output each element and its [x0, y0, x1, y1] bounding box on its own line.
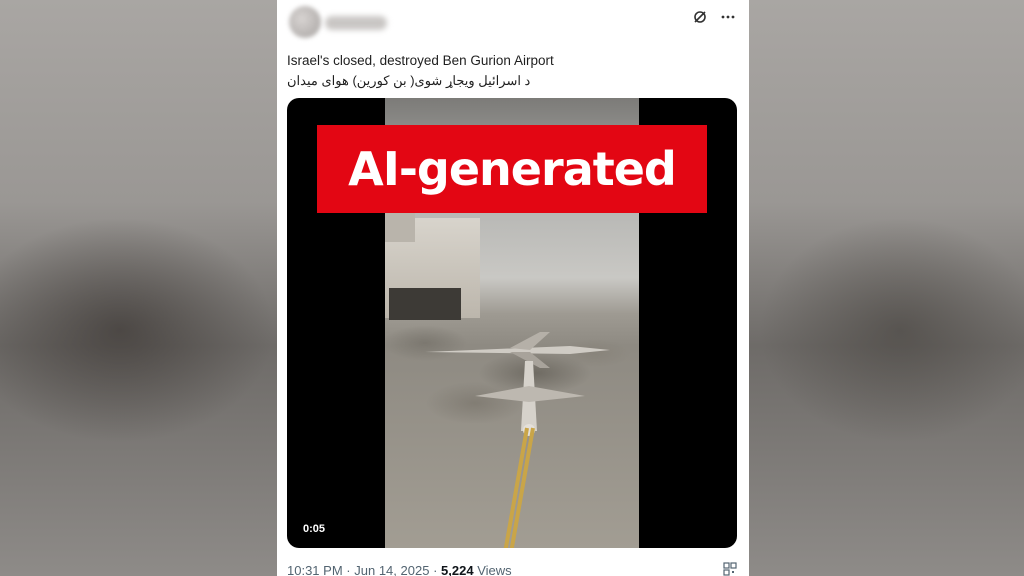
- post-meta: 10:31 PM · Jun 14, 2025 · 5,224 Views: [287, 563, 512, 576]
- ai-generated-label: AI-generated: [317, 125, 707, 213]
- caption-pashto: د اسرائیل ویجاړ شوی( بن کورین) هوای میدا…: [287, 73, 531, 88]
- caption-english: Israel's closed, destroyed Ben Gurion Ai…: [287, 53, 554, 68]
- redacted-username: [325, 16, 387, 30]
- post-time[interactable]: 10:31 PM: [287, 563, 343, 576]
- control-structure: [385, 210, 415, 242]
- more-icon[interactable]: [719, 8, 737, 26]
- meta-separator: ·: [346, 563, 351, 576]
- post-date[interactable]: Jun 14, 2025: [354, 563, 429, 576]
- jet-2: [475, 361, 585, 436]
- qr-icon[interactable]: [723, 562, 737, 576]
- author-header[interactable]: [289, 6, 387, 40]
- video-player[interactable]: AI-generated 0:05: [287, 98, 737, 548]
- avatar[interactable]: [289, 6, 321, 38]
- post-card: Israel's closed, destroyed Ben Gurion Ai…: [277, 0, 749, 576]
- post-actions-top: [691, 8, 737, 26]
- views-count: 5,224: [441, 563, 474, 576]
- meta-separator: ·: [433, 563, 438, 576]
- video-timestamp: 0:05: [303, 523, 326, 535]
- views-label: Views: [477, 563, 512, 576]
- grok-icon[interactable]: [691, 8, 709, 26]
- post-caption: Israel's closed, destroyed Ben Gurion Ai…: [287, 51, 737, 91]
